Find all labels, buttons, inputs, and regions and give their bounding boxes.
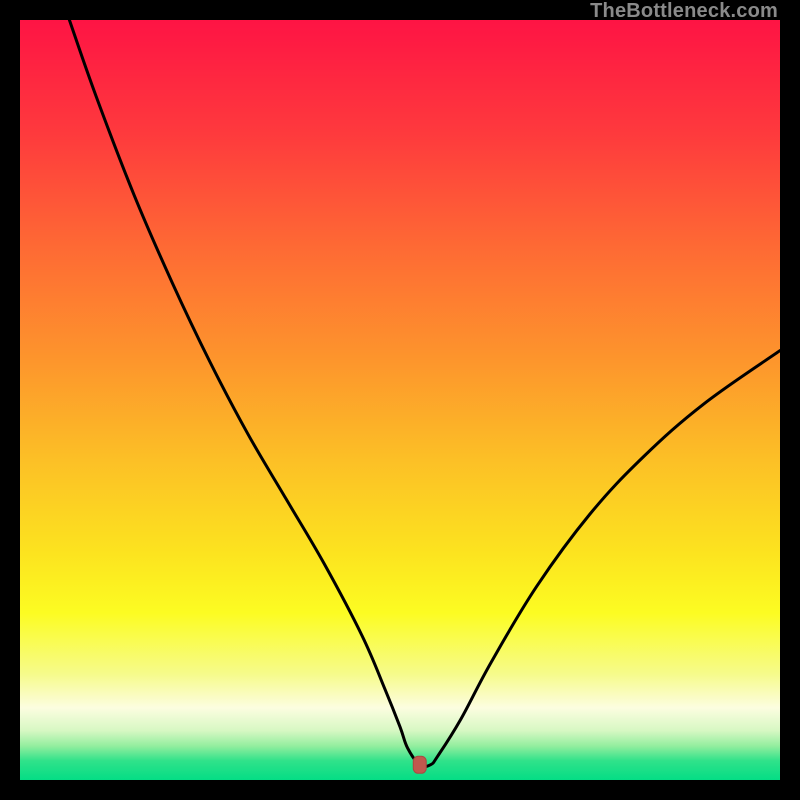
- bottleneck-chart: [20, 20, 780, 780]
- gradient-background: [20, 20, 780, 780]
- optimum-marker: [413, 756, 426, 773]
- chart-frame: TheBottleneck.com: [0, 0, 800, 800]
